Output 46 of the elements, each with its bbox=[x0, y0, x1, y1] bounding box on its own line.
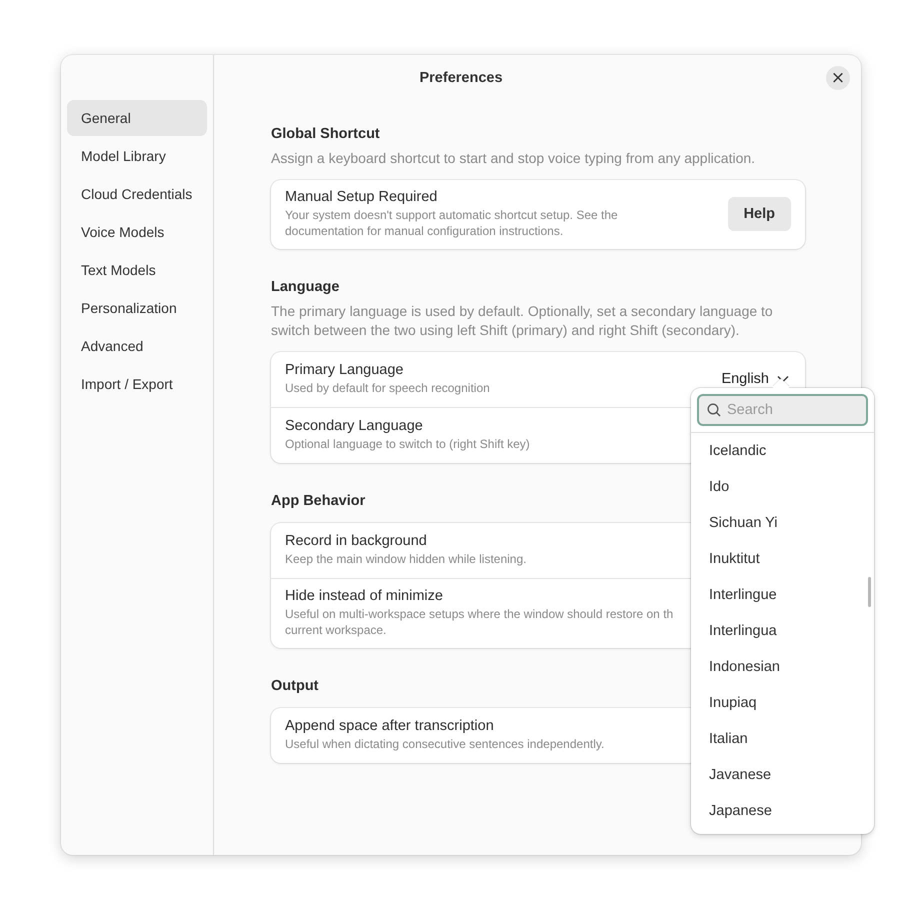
language-option[interactable]: Javanese bbox=[691, 757, 874, 793]
row-description: Optional language to switch to (right Shift key) bbox=[285, 436, 530, 452]
row-description: Keep the main window hidden while listening. bbox=[285, 552, 526, 568]
sidebar-item[interactable]: Advanced bbox=[67, 328, 207, 364]
window-title: Preferences bbox=[419, 70, 503, 86]
search-icon bbox=[707, 403, 721, 417]
section-heading: App Behavior bbox=[271, 493, 366, 510]
sidebar-item[interactable]: Text Models bbox=[67, 252, 207, 288]
help-button[interactable]: Help bbox=[728, 197, 791, 232]
language-option[interactable]: Inupiaq bbox=[691, 685, 874, 721]
language-option[interactable]: Italian bbox=[691, 721, 874, 757]
section-description: The primary language is used by default. Optionally, set a secondary language to switch between the two using left Shift (primary) and right Shift (secondary). bbox=[271, 302, 774, 340]
dropdown-value: English bbox=[721, 371, 769, 388]
row-title: Primary Language bbox=[285, 362, 404, 378]
language-option[interactable]: Inuktitut bbox=[691, 541, 874, 577]
row-title: Manual Setup Required bbox=[285, 189, 438, 205]
search-field[interactable]: Search bbox=[697, 394, 868, 426]
sidebar-item[interactable]: Voice Models bbox=[67, 214, 207, 250]
row-description: Used by default for speech recognition bbox=[285, 380, 490, 396]
row-title: Record in background bbox=[285, 532, 427, 549]
section-heading: Global Shortcut bbox=[271, 126, 381, 142]
language-option[interactable]: Interlingue bbox=[691, 577, 874, 613]
section-heading: Output bbox=[271, 678, 320, 694]
sidebar-item[interactable]: Model Library bbox=[67, 138, 207, 174]
scrollbar-thumb[interactable] bbox=[868, 577, 871, 607]
row-description: Useful on multi-workspace setups where the window should restore on th current workspace. bbox=[285, 607, 674, 638]
close-button[interactable]: × bbox=[826, 66, 850, 90]
language-option[interactable]: Sichuan Yi bbox=[691, 505, 874, 541]
language-option[interactable]: Japanese bbox=[691, 793, 874, 829]
section-description: Assign a keyboard shortcut to start and stop voice typing from any application. bbox=[271, 149, 756, 168]
language-option[interactable]: Icelandic bbox=[691, 433, 874, 469]
sidebar-item[interactable]: Cloud Credentials bbox=[67, 176, 207, 212]
row-title: Secondary Language bbox=[285, 418, 423, 434]
sidebar-item[interactable]: Import / Export bbox=[67, 366, 207, 402]
language-option[interactable]: Interlingua bbox=[691, 613, 874, 649]
row-description: Your system doesn't support automatic shortcut setup. See the documentation for manual configuration instructions. bbox=[285, 208, 618, 240]
sidebar-item[interactable]: General bbox=[67, 100, 207, 136]
row-title: Hide instead of minimize bbox=[285, 588, 443, 604]
sidebar-item[interactable]: Personalization bbox=[67, 290, 207, 326]
language-option[interactable]: Indonesian bbox=[691, 649, 874, 685]
section-heading: Language bbox=[271, 279, 340, 296]
language-dropdown[interactable]: English bbox=[719, 371, 791, 388]
row-title: Append space after transcription bbox=[285, 718, 494, 734]
chevron-down-icon bbox=[777, 375, 789, 384]
language-option[interactable]: Ido bbox=[691, 469, 874, 505]
row-description: Useful when dictating consecutive sentences independently. bbox=[285, 737, 604, 753]
